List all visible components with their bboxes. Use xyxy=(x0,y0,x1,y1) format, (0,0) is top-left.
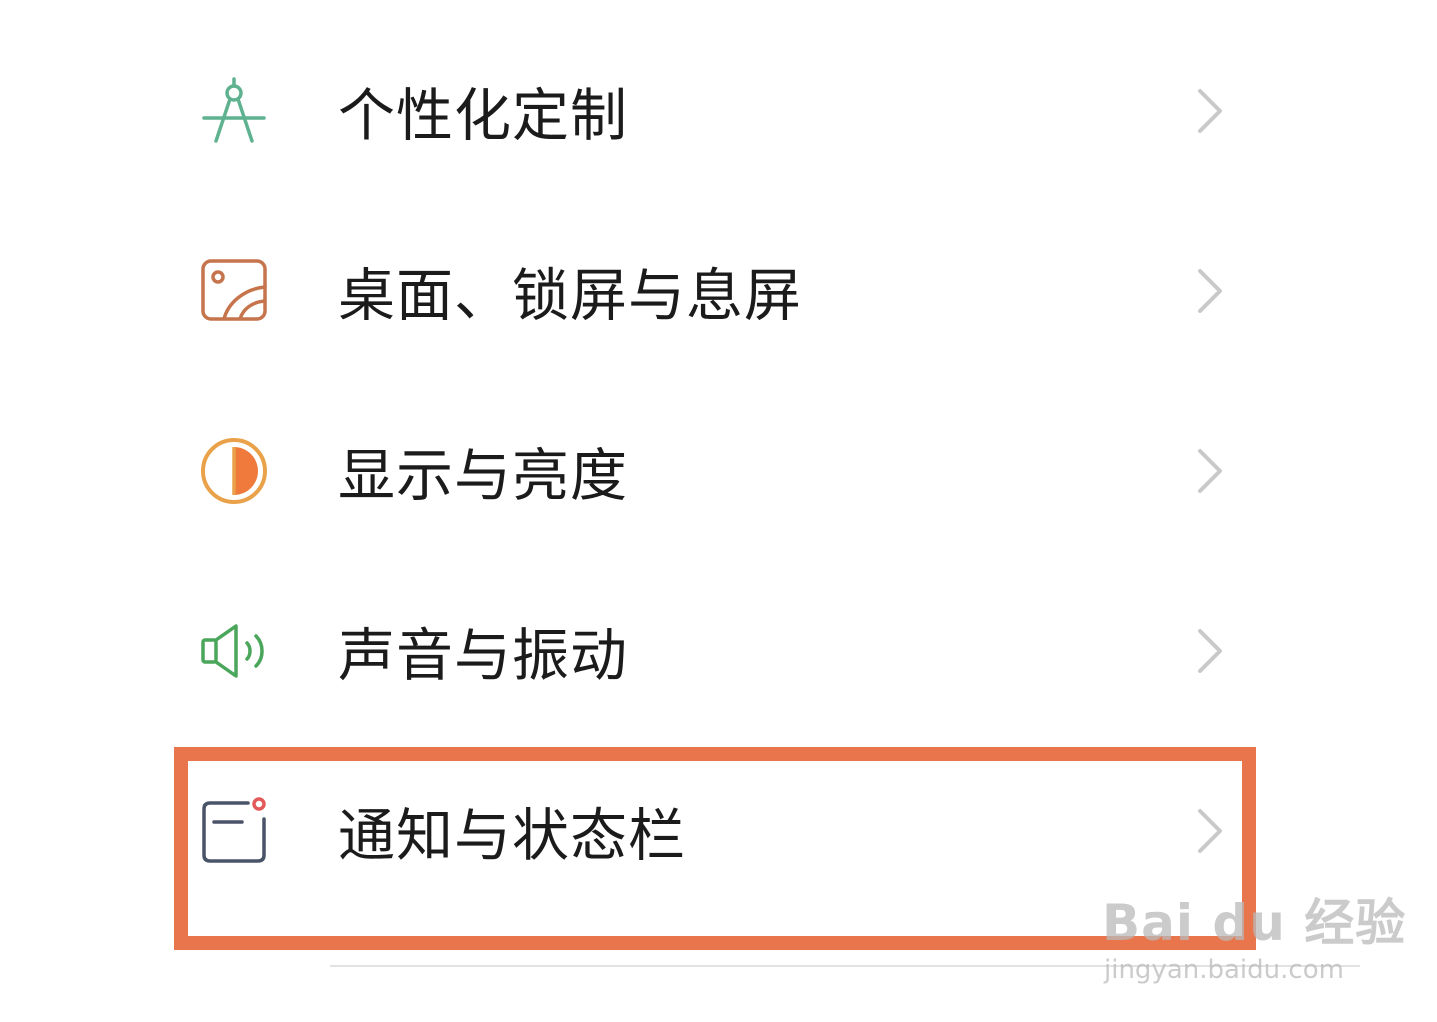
brightness-icon xyxy=(196,433,272,509)
settings-item-sound-vibration[interactable]: 声音与振动 xyxy=(0,561,1437,741)
speaker-icon xyxy=(196,613,272,689)
settings-item-label: 桌面、锁屏与息屏 xyxy=(338,263,802,329)
settings-item-personalization[interactable]: 个性化定制 xyxy=(0,21,1437,201)
chevron-right-icon xyxy=(1190,625,1230,677)
settings-item-label: 显示与亮度 xyxy=(338,443,628,509)
settings-item-display-brightness[interactable]: 显示与亮度 xyxy=(0,381,1437,561)
chevron-right-icon xyxy=(1190,85,1230,137)
settings-item-desktop-lockscreen[interactable]: 桌面、锁屏与息屏 xyxy=(0,201,1437,381)
baidu-watermark-url: jingyan.baidu.com xyxy=(1104,955,1344,985)
settings-item-label: 通知与状态栏 xyxy=(338,803,686,869)
notification-icon xyxy=(196,793,272,869)
compass-icon xyxy=(196,73,272,149)
chevron-right-icon xyxy=(1190,805,1230,857)
settings-item-label: 声音与振动 xyxy=(338,623,628,689)
chevron-right-icon xyxy=(1190,265,1230,317)
settings-item-label: 个性化定制 xyxy=(338,83,628,149)
chevron-right-icon xyxy=(1190,445,1230,497)
wallpaper-icon xyxy=(196,253,272,329)
baidu-watermark-logo: Bai du 经验 xyxy=(1102,894,1407,952)
